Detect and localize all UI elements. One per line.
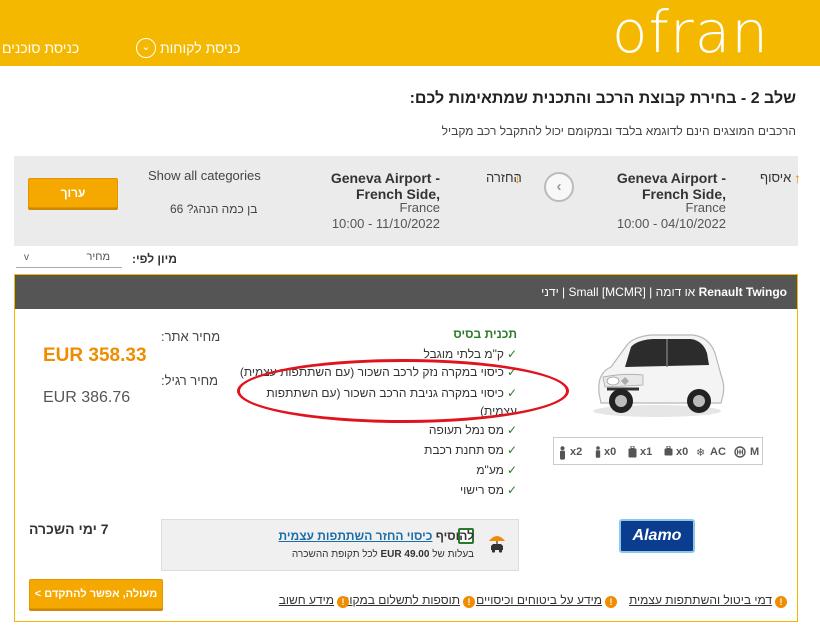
return-location: Geneva Airport - French Side, (294, 170, 440, 202)
agents-login-link[interactable]: כניסת סוכנים (2, 40, 79, 56)
large-bag-icon (628, 445, 637, 461)
feature-item: ✓מס רישוי (460, 483, 517, 497)
addon-link[interactable]: כיסוי החזר השתתפות עצמית (279, 529, 433, 543)
addon-price-text: בעלות של EUR 49.00 לכל תקופת ההשכרה (292, 549, 474, 560)
info-link-text: מידע על ביטוחים וכיסויים (476, 593, 602, 607)
alamo-logo: Alamo (619, 519, 695, 553)
caret-down-icon: v (24, 252, 29, 263)
chevron-down-icon[interactable]: ⌄ (136, 38, 156, 58)
driver-age: בן כמה הנהג? 66 (170, 202, 258, 216)
return-label: החזרה (486, 170, 522, 185)
rental-days: 7 ימי השכרה (29, 521, 109, 537)
car-image (593, 334, 725, 417)
page-subtitle: הרכבים המוצגים הינם לדוגמא בלבד ובמקומם … (441, 124, 796, 138)
gearbox-icon (734, 446, 746, 461)
adults-icon (558, 446, 567, 463)
addon-text: להוסיף כיסוי החזר השתתפות עצמית (279, 529, 475, 543)
children-count: x0 (604, 446, 617, 458)
check-icon: ✓ (506, 423, 517, 437)
car-specs: x2 x0 x1 x0 ❄ AC M (553, 437, 763, 465)
page-title: שלב 2 - בחירת קבוצת הרכב והתכנית שמתאימו… (409, 90, 796, 107)
info-icon: ! (775, 596, 787, 608)
check-icon: ✓ (506, 443, 517, 457)
check-icon: ✓ (506, 347, 517, 361)
feature-text: מע"מ (476, 463, 504, 477)
addon-price-prefix: בעלות של (432, 549, 474, 560)
addon-prefix: להוסיף (435, 529, 474, 543)
feature-item: ✓מס תחנת רכבת (424, 443, 517, 457)
snowflake-icon: ❄ (696, 447, 706, 459)
proceed-button[interactable]: מעולה, אפשר להתקדם > (29, 579, 163, 609)
transmission-label: M (750, 446, 760, 458)
arrow-up-icon: ↑ (794, 170, 801, 186)
addon-price-suffix: לכל תקופת ההשכרה (291, 549, 378, 560)
small-bag-icon (664, 445, 673, 459)
sort-value: מחיר (86, 251, 110, 263)
feature-text: מס נמל תעופה (428, 423, 504, 437)
children-icon (594, 446, 602, 461)
info-icon: ! (337, 596, 349, 608)
large-bags-count: x1 (640, 446, 653, 458)
result-card: Renault Twingo או דומה | Small [MCMR] | … (14, 274, 798, 622)
info-icon: ! (605, 596, 617, 608)
site-price-label: מחיר אתר: (161, 329, 221, 344)
back-circle-icon[interactable]: ‹ (544, 172, 574, 202)
edit-button[interactable]: ערוך (28, 178, 118, 208)
sort-label: מיון לפי: (132, 252, 177, 266)
ac-label: AC (710, 446, 726, 458)
regular-price: EUR 386.76 (43, 389, 131, 406)
return-country: France (399, 200, 440, 215)
adults-count: x2 (570, 446, 583, 458)
pickup-location: Geneva Airport - French Side, (574, 170, 726, 202)
pickup-datetime: 10:00 - 04/10/2022 (616, 216, 726, 231)
car-name: Renault Twingo או דומה | Small [MCMR] | … (541, 285, 787, 299)
insurance-umbrella-icon (489, 536, 505, 553)
info-link-extras[interactable]: !תוספות לתשלום במקום (341, 593, 475, 608)
feature-text: מס תחנת רכבת (424, 443, 504, 457)
car-model: Renault Twingo (698, 285, 787, 299)
info-link-text: תוספות לתשלום במקום (341, 593, 460, 607)
show-all-categories-link[interactable]: Show all categories (148, 168, 261, 183)
info-link-text: דמי ביטול והשתתפות עצמית (629, 593, 772, 607)
addon-price: EUR 49.00 (380, 549, 430, 560)
info-link-important[interactable]: !מידע חשוב (279, 593, 349, 608)
feature-text: מס רישוי (459, 483, 504, 497)
info-link-text: מידע חשוב (278, 593, 334, 607)
pickup-label: איסוף (760, 170, 792, 185)
pickup-location-line1: Geneva Airport - (616, 170, 726, 186)
feature-item: ✓מע"מ (476, 463, 517, 477)
info-link-insurance[interactable]: !מידע על ביטוחים וכיסויים (476, 593, 617, 608)
card-header: Renault Twingo או דומה | Small [MCMR] | … (15, 275, 797, 309)
pickup-country: France (685, 200, 726, 215)
plan-title: תכנית בסיס (453, 327, 517, 341)
search-summary: ↑ איסוף Geneva Airport - French Side, Fr… (14, 156, 801, 246)
info-icon: ! (463, 596, 475, 608)
customers-login-link[interactable]: כניסת לקוחות (160, 40, 240, 56)
info-link-cancellation[interactable]: !דמי ביטול והשתתפות עצמית (629, 593, 787, 608)
addon-offer: להוסיף כיסוי החזר השתתפות עצמית בעלות של… (161, 519, 519, 571)
info-links: !דמי ביטול והשתתפות עצמית !מידע על ביטוח… (267, 593, 787, 611)
site-price: EUR 358.33 (43, 345, 147, 366)
top-bar: ofran כניסת סוכנים ⌄ כניסת לקוחות (0, 0, 820, 66)
sort-select[interactable]: v מחיר (16, 250, 122, 268)
return-location-line1: Geneva Airport - (330, 170, 440, 186)
regular-price-label: מחיר רגיל: (161, 373, 219, 388)
check-icon: ✓ (506, 483, 517, 497)
small-bags-count: x0 (676, 446, 689, 458)
feature-item: ✓מס נמל תעופה (429, 423, 517, 437)
return-datetime: 10:00 - 11/10/2022 (331, 216, 440, 231)
check-icon: ✓ (506, 463, 517, 477)
ofran-logo[interactable]: ofran (612, 0, 769, 66)
car-details: או דומה | Small [MCMR] | ידני (541, 285, 699, 299)
red-annotation-ellipse (237, 359, 569, 423)
